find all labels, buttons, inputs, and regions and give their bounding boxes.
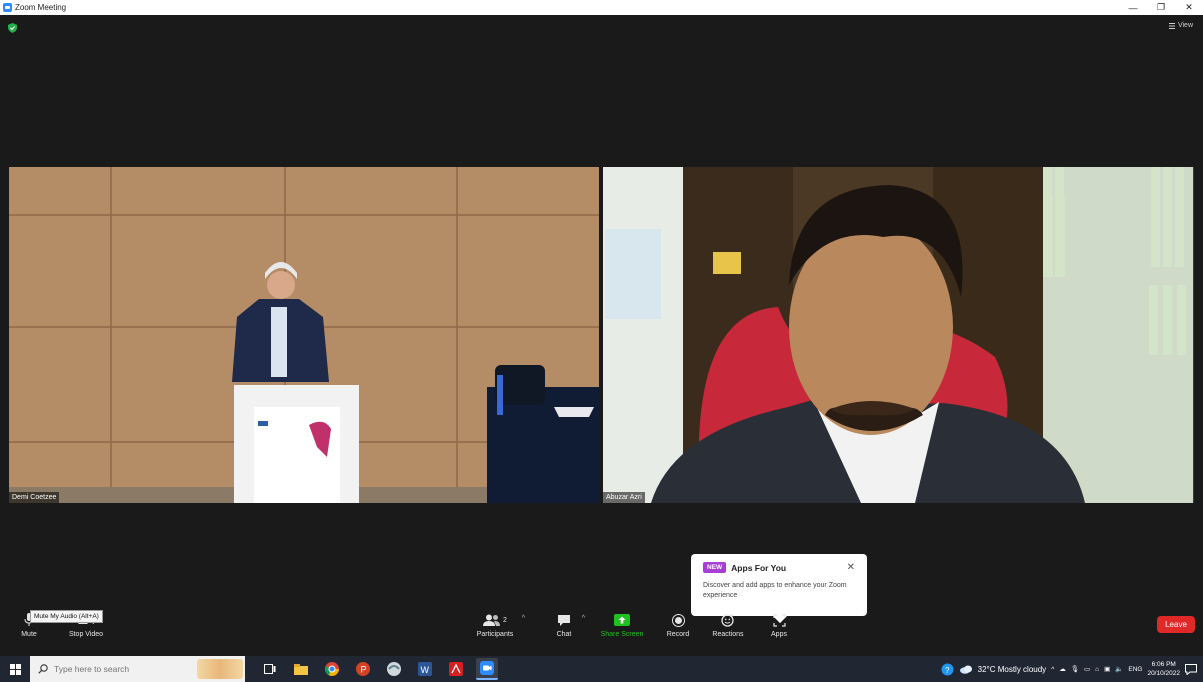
popup-header: NEW Apps For You xyxy=(703,562,855,573)
search-input[interactable] xyxy=(54,664,204,674)
battery-icon[interactable]: ▭ xyxy=(1084,665,1090,673)
powerpoint-icon[interactable]: P xyxy=(352,658,374,680)
stop-video-label: Stop Video xyxy=(68,631,104,638)
task-view-icon[interactable] xyxy=(259,658,281,680)
smiley-icon xyxy=(721,612,735,628)
cloud-icon xyxy=(959,665,972,674)
minimize-button[interactable]: — xyxy=(1119,0,1147,15)
share-screen-icon xyxy=(614,612,630,628)
mute-label: Mute xyxy=(21,631,37,638)
popup-title: Apps For You xyxy=(731,562,787,573)
volume-icon[interactable]: 🔈 xyxy=(1115,665,1123,673)
display-icon[interactable]: ▣ xyxy=(1104,665,1110,673)
grid-icon xyxy=(1168,22,1175,29)
chrome-icon[interactable] xyxy=(321,658,343,680)
participants-label: Participants xyxy=(476,631,514,638)
acrobat-icon[interactable] xyxy=(445,658,467,680)
video-tile-abuzar[interactable]: Abuzar Azri xyxy=(603,167,1194,503)
clock-time: 6:06 PM xyxy=(1151,661,1176,668)
zoom-app-icon xyxy=(3,3,12,12)
chat-button[interactable]: Chat ^ xyxy=(553,612,585,638)
apps-button[interactable]: Apps xyxy=(768,612,790,638)
svg-text:P: P xyxy=(361,665,367,675)
windows-taskbar: P W ? 32°C Mostly cloudy ^ ☁ 🎙 ▭ ⌂ ▣ 🔈 E… xyxy=(0,656,1203,682)
chevron-up-icon[interactable]: ^ xyxy=(1051,666,1054,673)
restore-button[interactable]: ❐ xyxy=(1147,0,1175,15)
reactions-label: Reactions xyxy=(712,631,744,638)
svg-text:?: ? xyxy=(945,666,950,675)
microphone-tray-icon[interactable]: 🎙 xyxy=(1071,665,1079,673)
video-tile-demi[interactable]: Demi Coetzee xyxy=(9,167,599,503)
mute-tooltip: Mute My Audio (Alt+A) xyxy=(30,610,103,623)
participant-video-image xyxy=(603,167,1194,503)
system-tray: ? 32°C Mostly cloudy ^ ☁ 🎙 ▭ ⌂ ▣ 🔈 ENG 6… xyxy=(941,656,1203,682)
close-window-button[interactable]: ✕ xyxy=(1175,0,1203,15)
network-icon[interactable]: ⌂ xyxy=(1095,666,1099,673)
view-label: View xyxy=(1177,22,1193,29)
new-badge: NEW xyxy=(703,562,727,573)
onedrive-icon[interactable]: ☁ xyxy=(1059,665,1066,673)
leave-button[interactable]: Leave xyxy=(1157,616,1195,633)
edge-icon[interactable] xyxy=(383,658,405,680)
weather-text[interactable]: 32°C Mostly cloudy xyxy=(978,665,1047,674)
meeting-toolbar: Mute Stop Video 2 Participants ^ Chat ^ … xyxy=(0,608,1203,645)
windows-logo-icon xyxy=(9,663,21,675)
participant-name-tag: Abuzar Azri xyxy=(603,492,645,503)
search-icon xyxy=(38,664,48,674)
notification-icon[interactable] xyxy=(1185,663,1197,675)
shield-icon[interactable] xyxy=(8,23,17,33)
record-label: Record xyxy=(666,631,690,638)
participants-count: 2 xyxy=(503,616,507,624)
record-button[interactable]: Record xyxy=(665,612,691,638)
record-icon xyxy=(671,612,685,628)
taskbar-apps: P W xyxy=(259,658,498,680)
apps-label: Apps xyxy=(771,631,787,638)
windows-start-button[interactable] xyxy=(0,656,30,682)
clock-date: 20/10/2022 xyxy=(1147,670,1180,677)
speaker-video-image xyxy=(9,167,599,503)
reactions-button[interactable]: Reactions xyxy=(711,612,745,638)
search-highlight-image xyxy=(197,659,243,679)
participants-icon: 2 xyxy=(483,612,507,628)
share-screen-label: Share Screen xyxy=(600,631,644,638)
taskbar-search[interactable] xyxy=(30,656,245,682)
window-titlebar: Zoom Meeting — ❐ ✕ xyxy=(0,0,1203,15)
window-controls: — ❐ ✕ xyxy=(1119,0,1203,15)
chat-bubble-icon xyxy=(557,612,571,628)
language-indicator[interactable]: ENG xyxy=(1128,666,1142,673)
window-title: Zoom Meeting xyxy=(15,3,67,12)
popup-description: Discover and add apps to enhance your Zo… xyxy=(703,582,847,599)
participants-caret-icon[interactable]: ^ xyxy=(522,615,525,622)
popup-close-icon[interactable]: ✕ xyxy=(847,562,855,573)
clock[interactable]: 6:06 PM 20/10/2022 xyxy=(1147,660,1180,678)
zoom-taskbar-icon[interactable] xyxy=(476,658,498,680)
help-icon[interactable]: ? xyxy=(941,663,954,676)
chat-caret-icon[interactable]: ^ xyxy=(582,615,585,622)
participant-name-tag: Demi Coetzee xyxy=(9,492,60,503)
meeting-area: View Demi Coetzee Abuzar Azri xyxy=(0,15,1203,660)
svg-text:W: W xyxy=(421,665,430,675)
apps-icon xyxy=(772,612,786,628)
file-explorer-icon[interactable] xyxy=(290,658,312,680)
chat-label: Chat xyxy=(556,631,572,638)
apps-for-you-popup[interactable]: NEW Apps For You ✕ Discover and add apps… xyxy=(691,554,867,616)
share-screen-button[interactable]: Share Screen xyxy=(600,612,644,638)
view-button[interactable]: View xyxy=(1168,22,1193,29)
word-icon[interactable]: W xyxy=(414,658,436,680)
participants-button[interactable]: 2 Participants ^ xyxy=(475,612,525,638)
